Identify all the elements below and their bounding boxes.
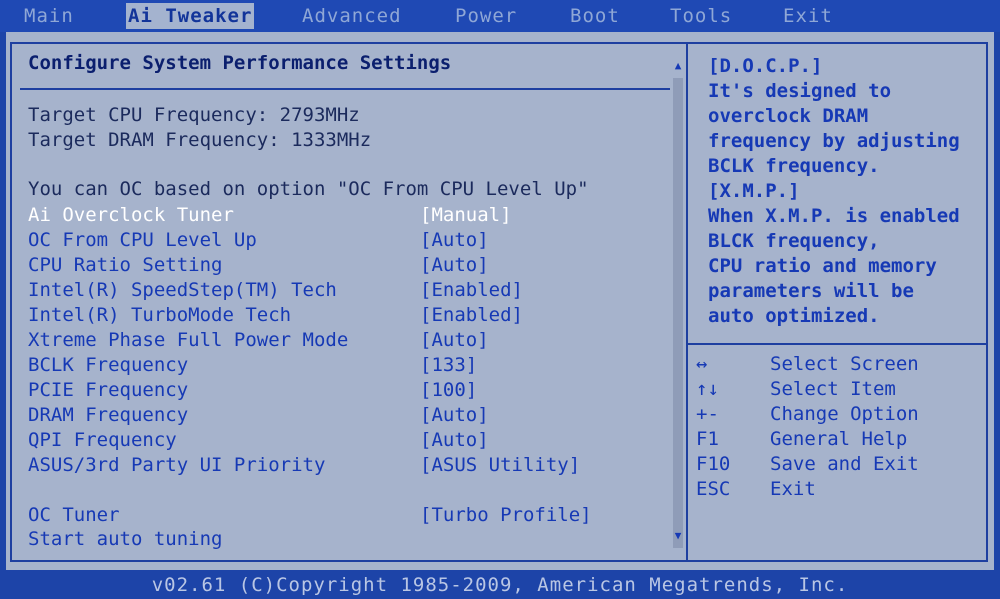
scrollbar[interactable]: ▲ ▼ xyxy=(672,60,684,548)
key-change-option: +- Change Option xyxy=(696,402,986,427)
key-f10: F10 xyxy=(696,453,731,475)
help-line: parameters will be xyxy=(708,280,914,302)
key-description: Save and Exit xyxy=(770,453,919,475)
key-legend: ↔ Select Screen ↑↓ Select Item +- Change… xyxy=(696,352,986,502)
help-line: [X.M.P.] xyxy=(708,180,800,202)
scroll-down-icon[interactable]: ▼ xyxy=(672,530,684,542)
start-auto-tuning[interactable]: Start auto tuning xyxy=(28,527,668,551)
up-down-arrow-icon: ↑↓ xyxy=(696,378,719,400)
setting-value[interactable]: [Manual] xyxy=(420,203,512,227)
setting-label: CPU Ratio Setting xyxy=(28,254,223,276)
setting-value[interactable]: [Turbo Profile] xyxy=(420,503,592,527)
help-line: auto optimized. xyxy=(708,305,880,327)
key-esc: ESC xyxy=(696,478,731,500)
setting-oc-tuner[interactable]: OC Tuner [Turbo Profile] xyxy=(28,503,668,527)
setting-label: QPI Frequency xyxy=(28,429,177,451)
setting-label: DRAM Frequency xyxy=(28,404,189,426)
menu-bar: Main Ai Tweaker Advanced Power Boot Tool… xyxy=(0,0,1000,32)
setting-qpi-frequency[interactable]: QPI Frequency [Auto] xyxy=(28,428,668,452)
tab-advanced[interactable]: Advanced xyxy=(302,3,402,29)
setting-xtreme-phase[interactable]: Xtreme Phase Full Power Mode [Auto] xyxy=(28,328,668,352)
setting-pcie-frequency[interactable]: PCIE Frequency [100] xyxy=(28,378,668,402)
scroll-thumb[interactable] xyxy=(673,78,683,548)
setting-label: Xtreme Phase Full Power Mode xyxy=(28,329,349,351)
setting-label: Ai Overclock Tuner xyxy=(28,204,234,226)
key-save-exit: F10 Save and Exit xyxy=(696,452,986,477)
plus-minus-icon: +- xyxy=(696,403,719,425)
setting-oc-from-cpu-level-up[interactable]: OC From CPU Level Up [Auto] xyxy=(28,228,668,252)
setting-value[interactable]: [133] xyxy=(420,353,477,377)
help-divider xyxy=(688,343,988,345)
setting-value[interactable]: [100] xyxy=(420,378,477,402)
setting-bclk-frequency[interactable]: BCLK Frequency [133] xyxy=(28,353,668,377)
help-line: frequency by adjusting xyxy=(708,130,960,152)
setting-label: OC From CPU Level Up xyxy=(28,229,257,251)
help-line: overclock DRAM xyxy=(708,105,869,127)
panel-divider xyxy=(686,42,688,562)
setting-label: Intel(R) SpeedStep(TM) Tech xyxy=(28,279,337,301)
title-rule xyxy=(20,88,670,90)
key-description: Exit xyxy=(770,478,816,500)
setting-value[interactable]: [Auto] xyxy=(420,228,489,252)
setting-speedstep[interactable]: Intel(R) SpeedStep(TM) Tech [Enabled] xyxy=(28,278,668,302)
key-select-item: ↑↓ Select Item xyxy=(696,377,986,402)
setting-label: Start auto tuning xyxy=(28,528,223,550)
help-line: BLCK frequency, xyxy=(708,230,880,252)
setting-value[interactable]: [Enabled] xyxy=(420,278,523,302)
help-line: It's designed to xyxy=(708,80,892,102)
target-dram-frequency: Target DRAM Frequency: 1333MHz xyxy=(28,129,372,151)
key-description: Select Item xyxy=(770,378,896,400)
setting-ai-overclock-tuner[interactable]: Ai Overclock Tuner [Manual] xyxy=(28,203,668,227)
copyright-footer: v02.61 (C)Copyright 1985-2009, American … xyxy=(151,574,849,596)
scroll-up-icon[interactable]: ▲ xyxy=(672,60,684,72)
setting-label: BCLK Frequency xyxy=(28,354,189,376)
setting-label: ASUS/3rd Party UI Priority xyxy=(28,454,326,476)
tab-ai-tweaker[interactable]: Ai Tweaker xyxy=(126,3,255,29)
target-cpu-frequency: Target CPU Frequency: 2793MHz xyxy=(28,104,360,126)
bios-screen: Configure System Performance Settings Ta… xyxy=(6,32,994,570)
oc-note: You can OC based on option "OC From CPU … xyxy=(28,178,589,200)
setting-label: PCIE Frequency xyxy=(28,379,189,401)
help-line: [D.O.C.P.] xyxy=(708,55,823,77)
setting-dram-frequency[interactable]: DRAM Frequency [Auto] xyxy=(28,403,668,427)
key-exit: ESC Exit xyxy=(696,477,986,502)
help-line: BCLK frequency. xyxy=(708,155,880,177)
tab-boot[interactable]: Boot xyxy=(570,3,620,29)
setting-value[interactable]: [Auto] xyxy=(420,403,489,427)
setting-value[interactable]: [Enabled] xyxy=(420,303,523,327)
key-general-help: F1 General Help xyxy=(696,427,986,452)
setting-label: OC Tuner xyxy=(28,504,120,526)
tab-exit[interactable]: Exit xyxy=(783,3,833,29)
setting-label: Intel(R) TurboMode Tech xyxy=(28,304,292,326)
page-title: Configure System Performance Settings xyxy=(28,52,452,74)
help-line: When X.M.P. is enabled xyxy=(708,205,960,227)
setting-value[interactable]: [Auto] xyxy=(420,328,489,352)
tab-power[interactable]: Power xyxy=(455,3,517,29)
help-line: CPU ratio and memory xyxy=(708,255,937,277)
setting-value[interactable]: [Auto] xyxy=(420,428,489,452)
setting-value[interactable]: [ASUS Utility] xyxy=(420,453,580,477)
key-f1: F1 xyxy=(696,428,719,450)
setting-turbomode[interactable]: Intel(R) TurboMode Tech [Enabled] xyxy=(28,303,668,327)
setting-ui-priority[interactable]: ASUS/3rd Party UI Priority [ASUS Utility… xyxy=(28,453,668,477)
key-select-screen: ↔ Select Screen xyxy=(696,352,986,377)
setting-value[interactable]: [Auto] xyxy=(420,253,489,277)
setting-cpu-ratio[interactable]: CPU Ratio Setting [Auto] xyxy=(28,253,668,277)
tab-main[interactable]: Main xyxy=(24,3,74,29)
key-description: Select Screen xyxy=(770,353,919,375)
key-description: General Help xyxy=(770,428,908,450)
key-description: Change Option xyxy=(770,403,919,425)
tab-tools[interactable]: Tools xyxy=(670,3,732,29)
help-text: [D.O.C.P.] It's designed to overclock DR… xyxy=(708,54,988,329)
left-right-arrow-icon: ↔ xyxy=(696,353,708,375)
